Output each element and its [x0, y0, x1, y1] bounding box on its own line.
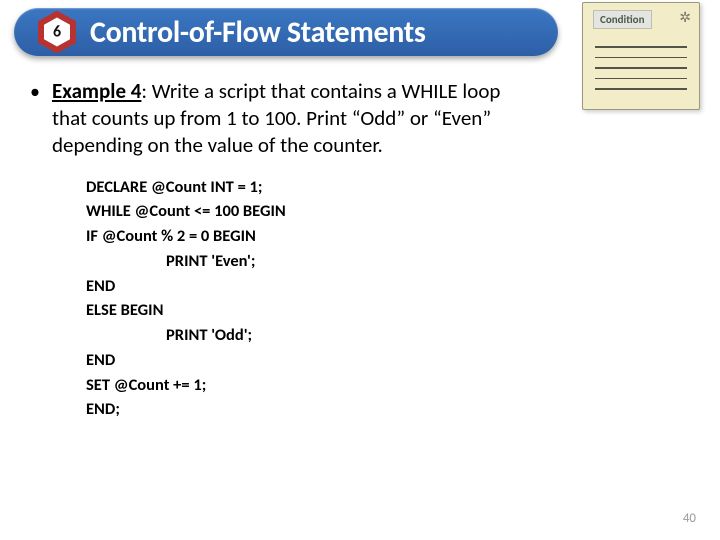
code-line: END — [86, 274, 696, 299]
code-line: END — [86, 348, 696, 373]
gear-icon: ✲ — [679, 9, 691, 26]
code-line: ELSE BEGIN — [86, 298, 696, 323]
slide-title: Control-of-Flow Statements — [90, 14, 426, 51]
bullet-icon: • — [30, 80, 40, 106]
code-line: END; — [86, 397, 696, 422]
example-line-2: that counts up from 1 to 100. Print “Odd… — [52, 105, 491, 131]
code-line: WHILE @Count <= 100 BEGIN — [86, 199, 696, 224]
note-line — [595, 57, 687, 59]
page-number: 40 — [683, 511, 696, 526]
note-label: Condition — [593, 10, 652, 29]
code-line: DECLARE @Count INT = 1; — [86, 175, 696, 200]
example-line-3: depending on the value of the counter. — [52, 132, 383, 158]
note-line — [595, 67, 687, 69]
code-line: PRINT 'Odd'; — [86, 323, 696, 348]
chapter-hexagon: 6 — [38, 11, 76, 54]
code-line: IF @Count % 2 = 0 BEGIN — [86, 224, 696, 249]
code-line: PRINT 'Even'; — [86, 249, 696, 274]
example-label: Example 4 — [52, 78, 141, 104]
chapter-number: 6 — [44, 18, 70, 47]
code-block: DECLARE @Count INT = 1; WHILE @Count <= … — [86, 175, 696, 423]
example-line-1: : Write a script that contains a WHILE l… — [141, 78, 500, 104]
content-area: • Example 4: Write a script that contain… — [24, 78, 696, 422]
note-line — [595, 46, 687, 48]
example-text: • Example 4: Write a script that contain… — [24, 78, 696, 159]
code-line: SET @Count += 1; — [86, 373, 696, 398]
title-bar: 6 Control-of-Flow Statements — [14, 8, 558, 56]
